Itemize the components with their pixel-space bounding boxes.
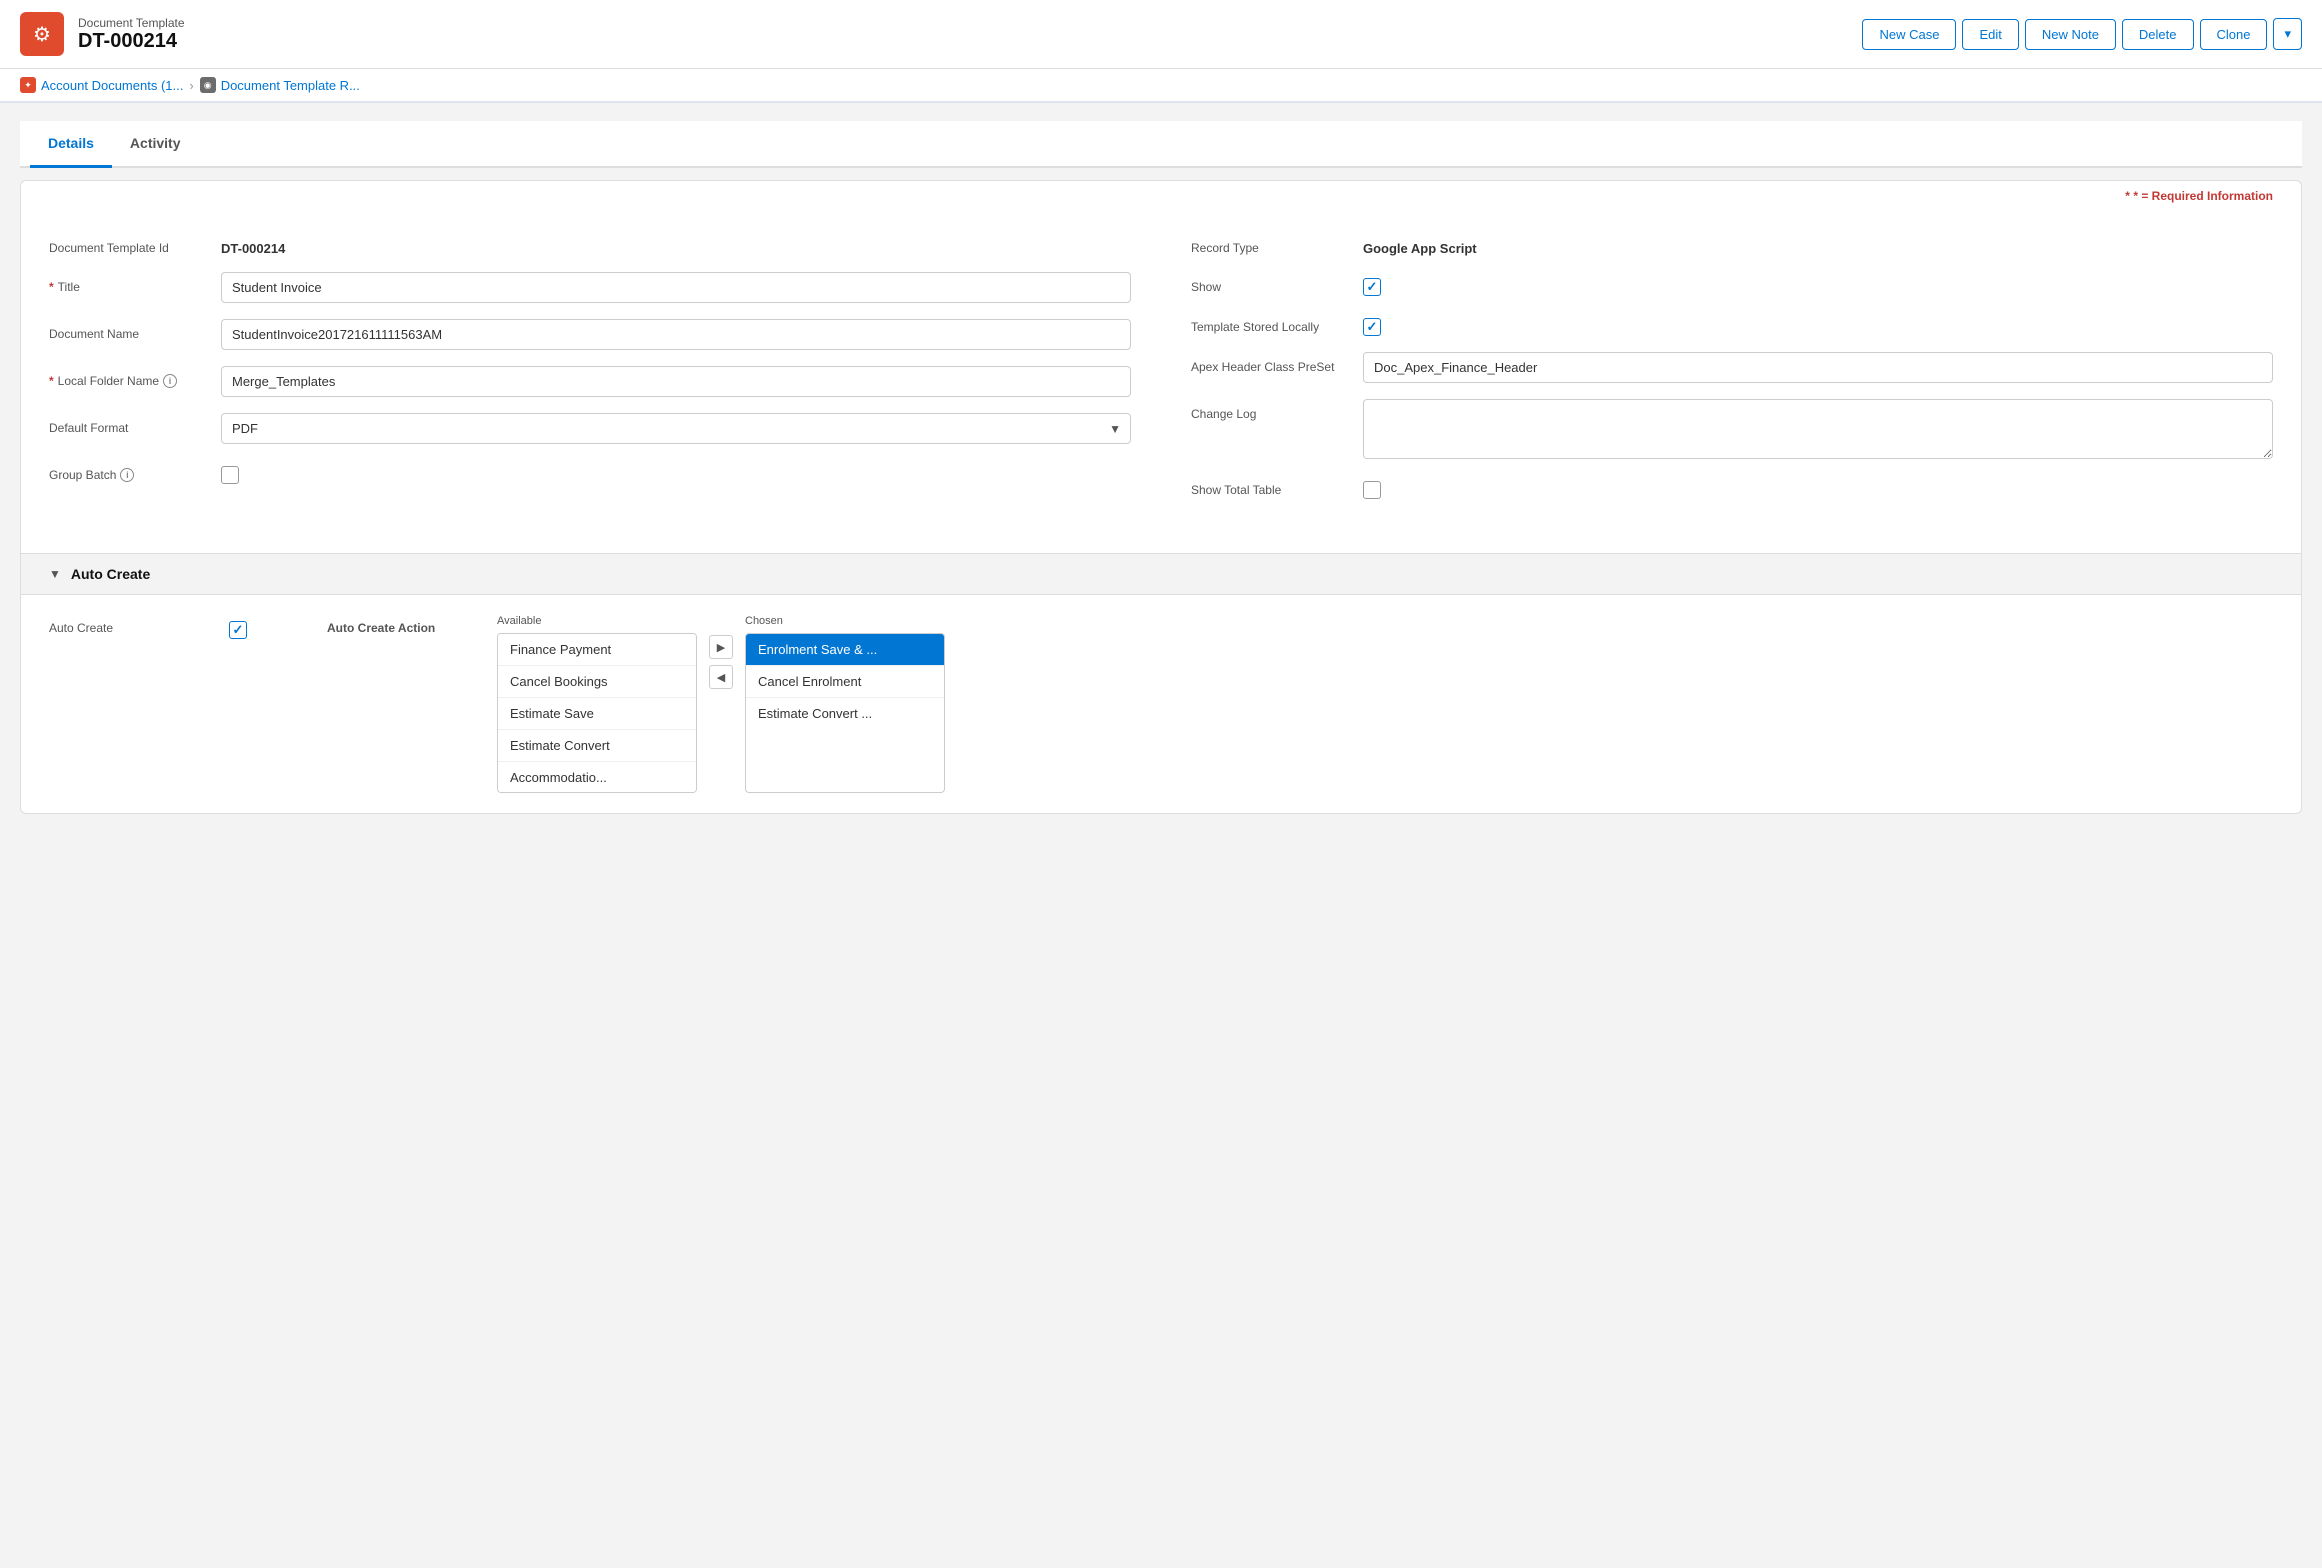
available-item-4[interactable]: Accommodatio... [498,762,696,793]
new-note-button[interactable]: New Note [2025,19,2116,50]
record-type-field-label: Record Type [1191,233,1351,255]
page-header: ⚙ Document Template DT-000214 New Case E… [0,0,2322,69]
form-left: Document Template Id DT-000214 * Title D… [49,223,1131,525]
tabs-bar: Details Activity [20,121,2302,168]
field-template-stored-locally: Template Stored Locally [1191,312,2273,336]
default-format-wrapper: PDF Word Excel ▼ [221,413,1131,444]
breadcrumb-item-1[interactable]: ✦ Account Documents (1... [20,77,183,93]
show-total-table-checkbox[interactable] [1363,481,1381,499]
available-item-3[interactable]: Estimate Convert [498,730,696,762]
breadcrumb: ✦ Account Documents (1... › ◉ Document T… [0,69,2322,103]
available-listbox-container: Available Finance Payment Cancel Booking… [497,615,697,793]
document-name-input[interactable] [221,319,1131,350]
chosen-listbox-container: Chosen Enrolment Save & ... Cancel Enrol… [745,615,945,793]
move-right-button[interactable]: ▶ [709,635,733,659]
group-batch-checkbox[interactable] [221,466,239,484]
breadcrumb-icon-1: ✦ [20,77,36,93]
tab-details[interactable]: Details [30,121,112,168]
doc-template-id-label: Document Template Id [49,233,209,255]
field-record-type: Record Type Google App Script [1191,233,2273,256]
form-grid: Document Template Id DT-000214 * Title D… [49,223,2273,525]
title-input[interactable] [221,272,1131,303]
tab-activity[interactable]: Activity [112,121,199,168]
chosen-label: Chosen [745,615,945,627]
template-stored-locally-checkbox[interactable] [1363,318,1381,336]
gear-icon: ⚙ [20,12,64,56]
group-batch-info-icon[interactable]: i [120,468,134,482]
record-type-label: Document Template [78,16,185,30]
record-id: DT-000214 [78,30,185,53]
clone-button[interactable]: Clone [2200,19,2268,50]
auto-create-checkbox[interactable] [229,621,247,639]
auto-create-section-title: Auto Create [71,566,150,582]
document-name-label: Document Name [49,319,209,341]
group-batch-label: Group Batch i [49,460,209,482]
change-log-textarea[interactable] [1363,399,2273,459]
header-actions: New Case Edit New Note Delete Clone ▾ [1862,18,2302,50]
move-left-button[interactable]: ◀ [709,665,733,689]
details-card: * * = Required Information Document Temp… [20,180,2302,814]
field-apex-header: Apex Header Class PreSet [1191,352,2273,383]
title-label: * Title [49,272,209,294]
new-case-button[interactable]: New Case [1862,19,1956,50]
breadcrumb-icon-2: ◉ [200,77,216,93]
field-document-name: Document Name [49,319,1131,350]
local-folder-name-input[interactable] [221,366,1131,397]
local-folder-required: * [49,374,54,388]
required-asterisk: * [2125,189,2130,203]
chosen-item-2[interactable]: Estimate Convert ... [746,698,944,729]
available-label: Available [497,615,697,627]
default-format-label: Default Format [49,413,209,435]
breadcrumb-item-2[interactable]: ◉ Document Template R... [200,77,360,93]
field-default-format: Default Format PDF Word Excel ▼ [49,413,1131,444]
header-titles: Document Template DT-000214 [78,16,185,53]
field-local-folder-name: * Local Folder Name i [49,366,1131,397]
field-change-log: Change Log [1191,399,2273,459]
show-label: Show [1191,272,1351,294]
chosen-listbox[interactable]: Enrolment Save & ... Cancel Enrolment Es… [745,633,945,793]
auto-create-row: Auto Create Auto Create Action Available… [49,615,2273,793]
available-item-2[interactable]: Estimate Save [498,698,696,730]
delete-button[interactable]: Delete [2122,19,2194,50]
breadcrumb-separator: › [189,78,193,93]
main-content: Details Activity * * = Required Informat… [0,103,2322,1551]
chosen-item-0[interactable]: Enrolment Save & ... [746,634,944,666]
header-left: ⚙ Document Template DT-000214 [20,12,185,56]
field-show: Show [1191,272,2273,296]
listbox-arrows: ▶ ◀ [705,635,737,689]
breadcrumb-label-1: Account Documents (1... [41,78,183,93]
auto-create-section-body: Auto Create Auto Create Action Available… [21,595,2301,813]
local-folder-info-icon[interactable]: i [163,374,177,388]
breadcrumb-label-2: Document Template R... [221,78,360,93]
available-listbox[interactable]: Finance Payment Cancel Bookings Estimate… [497,633,697,793]
card-body: Document Template Id DT-000214 * Title D… [21,203,2301,553]
apex-header-label: Apex Header Class PreSet [1191,352,1351,374]
field-title: * Title [49,272,1131,303]
field-group-batch: Group Batch i [49,460,1131,484]
show-checkbox[interactable] [1363,278,1381,296]
more-actions-button[interactable]: ▾ [2273,18,2302,50]
edit-button[interactable]: Edit [1962,19,2018,50]
record-type-value: Google App Script [1363,233,2273,256]
field-show-total-table: Show Total Table [1191,475,2273,499]
doc-template-id-value: DT-000214 [221,233,1131,256]
template-stored-locally-label: Template Stored Locally [1191,312,1351,334]
auto-create-label: Auto Create [49,615,209,635]
default-format-select[interactable]: PDF Word Excel [221,413,1131,444]
show-total-table-label: Show Total Table [1191,475,1351,497]
collapse-chevron-icon: ▼ [49,567,61,581]
chosen-item-1[interactable]: Cancel Enrolment [746,666,944,698]
dual-listbox: Available Finance Payment Cancel Booking… [497,615,2273,793]
local-folder-name-label: * Local Folder Name i [49,366,209,388]
auto-create-section-header[interactable]: ▼ Auto Create [21,553,2301,595]
title-required: * [49,280,54,294]
available-item-1[interactable]: Cancel Bookings [498,666,696,698]
form-right: Record Type Google App Script Show Templ… [1191,223,2273,525]
apex-header-input[interactable] [1363,352,2273,383]
field-doc-template-id: Document Template Id DT-000214 [49,233,1131,256]
available-item-0[interactable]: Finance Payment [498,634,696,666]
auto-create-action-label: Auto Create Action [327,615,477,635]
change-log-label: Change Log [1191,399,1351,421]
required-info: * * = Required Information [21,181,2301,203]
